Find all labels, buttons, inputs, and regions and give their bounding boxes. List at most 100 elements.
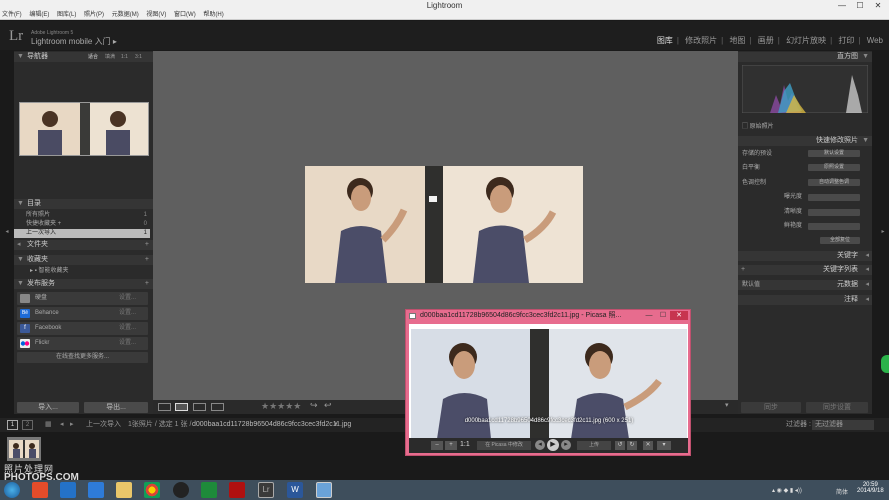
navigator-header[interactable]: ▼ 导航器 适合 填满 1:1 3:1 xyxy=(14,52,153,62)
histogram-header[interactable]: 直方图 ▼ xyxy=(738,52,872,62)
identity-plate[interactable]: Lightroom mobile 入门 ▸ xyxy=(31,36,117,47)
picasa-close-button[interactable]: ✕ xyxy=(670,311,688,320)
add-collection-icon[interactable]: + xyxy=(145,255,149,265)
word-taskbar-icon[interactable]: W xyxy=(287,482,303,498)
picasa-minimize-button[interactable]: — xyxy=(642,311,656,320)
menu-view[interactable]: 视图(V) xyxy=(146,12,166,18)
add-folder-icon[interactable]: + xyxy=(145,240,149,250)
grid-icon[interactable]: ▦ xyxy=(45,418,52,432)
picasa-play-icon[interactable]: ▶ xyxy=(547,439,559,451)
loupe-view-icon[interactable] xyxy=(175,403,188,411)
toolbar-menu-icon[interactable]: ▾ xyxy=(725,401,729,409)
picasa-zoom-in-icon[interactable]: + xyxy=(445,441,457,450)
publish-setup[interactable]: 设置... xyxy=(119,322,136,335)
nav-opt-1-1[interactable]: 1:1 xyxy=(121,52,128,62)
filename-dropdown-icon[interactable]: ▾ xyxy=(334,418,338,432)
clarity-stepper[interactable] xyxy=(808,209,860,216)
taskbar-clock[interactable]: 20:59 2014/9/18 xyxy=(857,482,884,494)
maximize-button[interactable]: ☐ xyxy=(851,0,869,11)
auto-tone-button[interactable]: 自动调整色调 xyxy=(808,179,860,186)
page-2-button[interactable]: 2 xyxy=(22,420,33,430)
explorer-taskbar-icon[interactable] xyxy=(116,482,132,498)
catalog-item-all[interactable]: 所有照片 1 xyxy=(26,211,150,220)
publish-flickr[interactable]: Flickr 设置... xyxy=(17,337,148,350)
rotate-left-icon[interactable]: ↪ xyxy=(310,400,318,411)
publish-setup[interactable]: 设置... xyxy=(119,337,136,350)
menu-window[interactable]: 窗口(W) xyxy=(174,12,196,18)
module-develop[interactable]: 修改照片 xyxy=(685,36,717,45)
filter-select[interactable]: 无过滤器 xyxy=(812,420,874,430)
menu-library[interactable]: 图库(L) xyxy=(57,12,76,18)
picasa-window[interactable]: d000baa1cd11728b96504d86c9fcc3cec3fd2c11… xyxy=(405,309,691,456)
module-book[interactable]: 画册 xyxy=(758,36,774,45)
tray-icons[interactable]: ▴ ◉ ◆ ▮ ◂)) xyxy=(772,487,802,494)
quick-develop-header[interactable]: 快速修改照片 ▼ xyxy=(738,136,872,146)
reset-all-button[interactable]: 全部复位 xyxy=(820,237,860,244)
lightroom-taskbar-icon[interactable]: Lr xyxy=(258,482,274,498)
navigator-preview[interactable] xyxy=(19,102,149,156)
filmstrip-thumbnail[interactable] xyxy=(7,437,41,461)
module-slideshow[interactable]: 幻灯片放映 xyxy=(786,36,826,45)
source-label[interactable]: 上一次导入 xyxy=(86,418,121,432)
compare-view-icon[interactable] xyxy=(193,403,206,411)
module-library[interactable]: 图库 xyxy=(657,36,673,45)
main-photo[interactable] xyxy=(305,166,583,283)
import-button[interactable]: 导入... xyxy=(17,402,79,413)
find-more-services-button[interactable]: 在线查找更多服务... xyxy=(17,352,148,363)
smart-collections-item[interactable]: ▸ ▪ 智能收藏夹 xyxy=(30,267,154,276)
exposure-stepper[interactable] xyxy=(808,194,860,201)
left-panel-collapse-icon[interactable]: ◂ xyxy=(0,228,14,235)
qq-taskbar-icon[interactable] xyxy=(173,482,189,498)
catalog-item-last-import[interactable]: 上一次导入 1 xyxy=(14,229,150,238)
add-keyword-icon[interactable]: + xyxy=(741,265,745,275)
picasa-next-icon[interactable]: ▸ xyxy=(561,440,571,450)
right-panel-collapse-icon[interactable]: ▸ xyxy=(876,228,889,235)
publish-facebook[interactable]: f Facebook 设置... xyxy=(17,322,148,335)
excel-taskbar-icon[interactable] xyxy=(201,482,217,498)
keyword-list-header[interactable]: + 关键字列表 ◂ xyxy=(738,265,872,275)
input-language[interactable]: 简体 xyxy=(836,487,848,496)
export-button[interactable]: 导出... xyxy=(84,402,148,413)
minimize-button[interactable]: — xyxy=(833,0,851,11)
star-rating[interactable]: ★★★★★ xyxy=(261,401,301,412)
folders-header[interactable]: ◂ 文件夹 + xyxy=(14,240,153,250)
publish-behance[interactable]: Bē Behance 设置... xyxy=(17,307,148,320)
forward-arrow-icon[interactable]: ▸ xyxy=(70,418,74,432)
close-button[interactable]: ✕ xyxy=(869,0,887,11)
publish-setup[interactable]: 设置... xyxy=(119,307,136,320)
menu-help[interactable]: 帮助(H) xyxy=(203,12,223,18)
nav-opt-3-1[interactable]: 3:1 xyxy=(135,52,142,62)
add-publish-icon[interactable]: + xyxy=(145,279,149,289)
saved-preset-select[interactable]: 默认设置 xyxy=(808,150,860,157)
metadata-preset-select[interactable]: 默认值 xyxy=(742,280,760,290)
picasa-ratio-button[interactable]: 1:1 xyxy=(460,441,470,448)
photoshop-taskbar-icon[interactable] xyxy=(32,482,48,498)
rotate-right-icon[interactable]: ↩ xyxy=(324,400,332,411)
menu-edit[interactable]: 编辑(E) xyxy=(29,12,49,18)
comments-header[interactable]: 注释 ◂ xyxy=(738,295,872,305)
picasa-edit-button[interactable]: 在 Picasa 中修改 xyxy=(477,441,531,450)
nav-opt-fill[interactable]: 填满 xyxy=(105,52,115,62)
picasa-maximize-button[interactable]: ☐ xyxy=(656,311,670,320)
start-button-icon[interactable] xyxy=(4,482,20,498)
white-balance-select[interactable]: 原照设置 xyxy=(808,164,860,171)
chrome-taskbar-icon[interactable] xyxy=(144,482,160,498)
keywording-header[interactable]: 关键字 ◂ xyxy=(738,251,872,261)
sync-button[interactable]: 同步 xyxy=(741,402,801,413)
picasa-delete-icon[interactable]: ✕ xyxy=(643,441,653,450)
picasa-rotate-left-icon[interactable]: ↺ xyxy=(615,441,625,450)
nav-opt-fit[interactable]: 适合 xyxy=(88,52,98,62)
module-map[interactable]: 地图 xyxy=(729,36,745,45)
ie-taskbar-icon[interactable] xyxy=(60,482,76,498)
acrobat-taskbar-icon[interactable] xyxy=(229,482,245,498)
floating-widget-icon[interactable] xyxy=(881,355,889,373)
menu-metadata[interactable]: 元数据(M) xyxy=(112,12,139,18)
sync-settings-button[interactable]: 同步设置 xyxy=(806,402,868,413)
original-photo-toggle[interactable]: ▢ 原始照片 xyxy=(742,123,774,131)
catalog-item-quick[interactable]: 快捷收藏夹 + 0 xyxy=(26,220,150,229)
picasa-viewer[interactable]: d000baa1cd11728b96504d86c9fcc3cec3fd2c11… xyxy=(409,324,688,453)
picasa-taskbar-icon[interactable] xyxy=(316,482,332,498)
metadata-header[interactable]: 默认值 元数据 ◂ xyxy=(738,280,872,290)
browser-taskbar-icon[interactable] xyxy=(88,482,104,498)
publish-hard-drive[interactable]: 硬盘 设置... xyxy=(17,292,148,305)
